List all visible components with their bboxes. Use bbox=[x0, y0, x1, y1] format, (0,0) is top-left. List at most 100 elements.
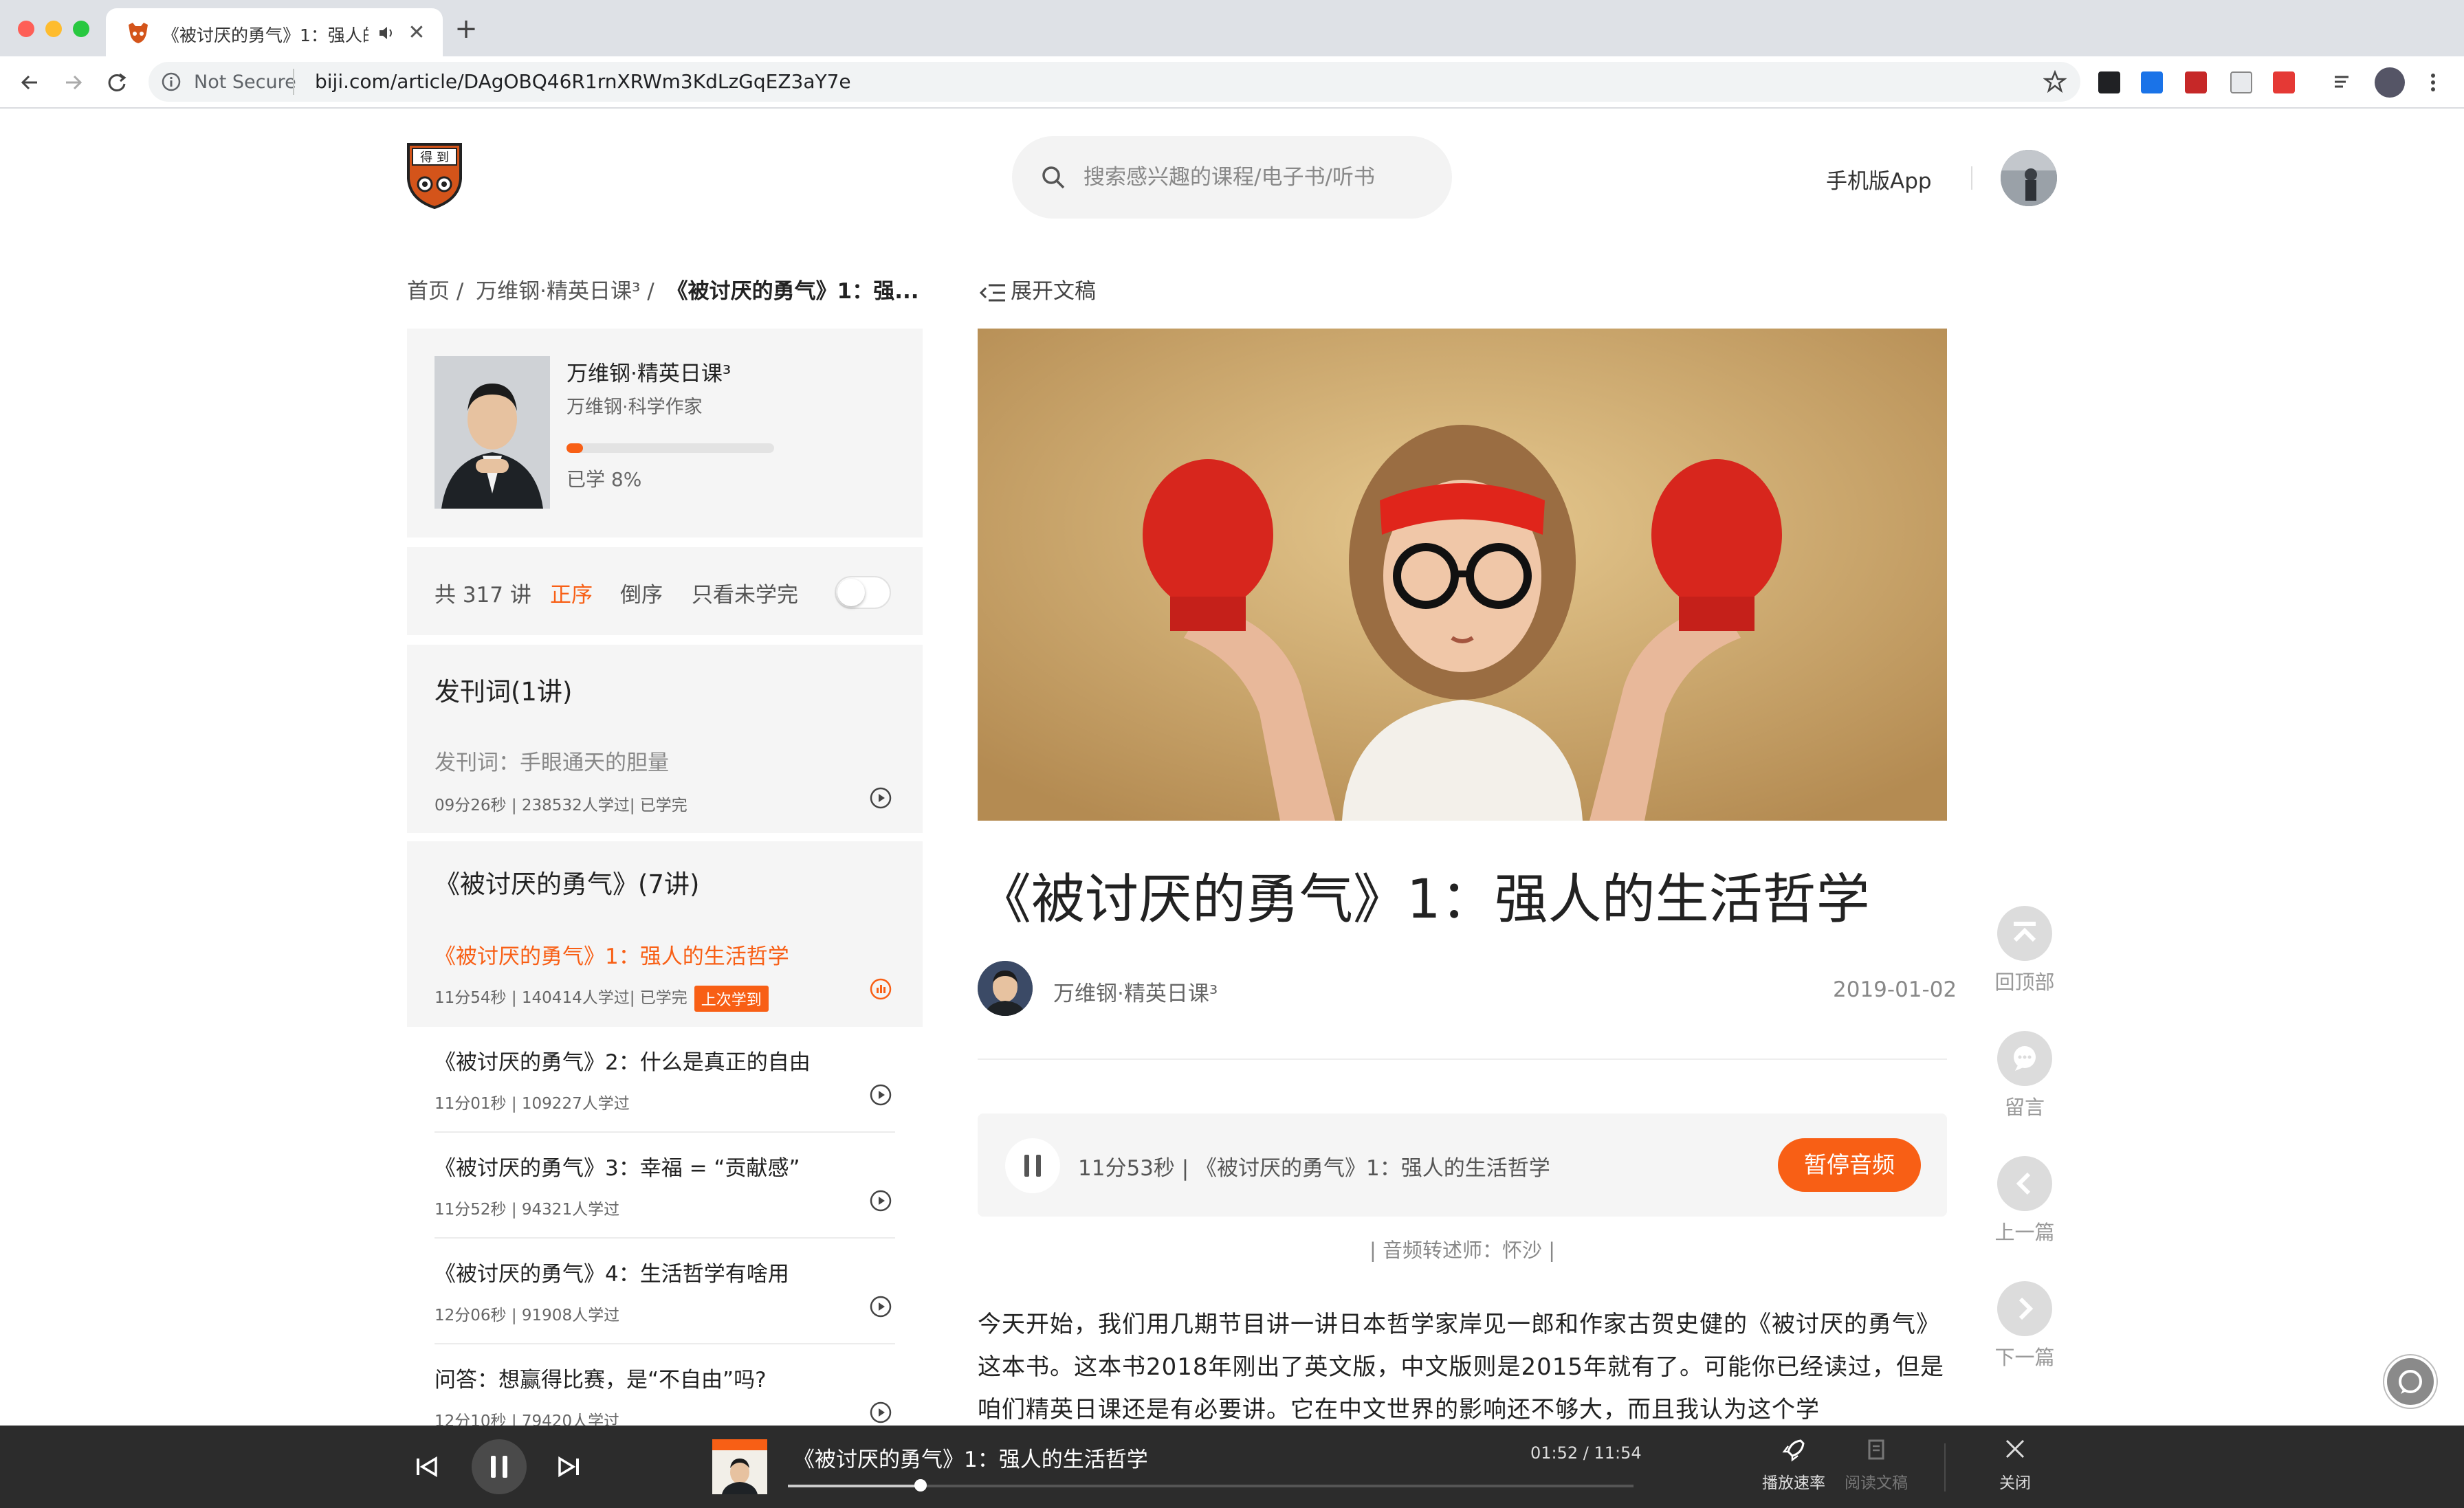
lesson-meta: 11分54秒 | 140414人学过| 已学完 上次学到 bbox=[434, 984, 769, 1012]
reading-list-icon[interactable] bbox=[2332, 71, 2354, 93]
course-name[interactable]: 万维钢·精英日课³ bbox=[566, 356, 731, 387]
breadcrumb: 首页 / 万维钢·精英日课³ / 《被讨厌的勇气》1：强... bbox=[407, 274, 925, 304]
lesson-meta: 11分01秒 | 109227人学过 bbox=[434, 1095, 630, 1113]
window-minimize-button[interactable] bbox=[45, 21, 62, 37]
lesson-title[interactable]: 问答：想赢得比赛，是“不自由”吗? bbox=[434, 1362, 767, 1393]
tab-title: 《被讨厌的勇气》1：强人的 bbox=[162, 25, 368, 45]
comment-button[interactable]: 留言 bbox=[1994, 1031, 2056, 1120]
url-text[interactable]: biji.com/article/DAgOBQ46R1rnXRWm3KdLzGq… bbox=[315, 70, 851, 93]
audio-transcriber: | 音频转述师：怀沙 | bbox=[1370, 1239, 1555, 1262]
close-player-button[interactable]: 关闭 bbox=[1977, 1437, 2053, 1493]
read-transcript-button[interactable]: 阅读文稿 bbox=[1838, 1437, 1914, 1493]
sort-ascending-button[interactable]: 正序 bbox=[550, 577, 593, 608]
play-icon[interactable] bbox=[869, 786, 892, 810]
course-card[interactable]: 万维钢·精英日课³ 万维钢·科学作家 已学 8% bbox=[407, 329, 923, 537]
comment-icon bbox=[1997, 1031, 2052, 1086]
lesson-title[interactable]: 《被讨厌的勇气》4：生活哲学有啥用 bbox=[434, 1256, 789, 1287]
audio-pause-button[interactable] bbox=[1005, 1138, 1060, 1193]
next-article-button[interactable]: 下一篇 bbox=[1994, 1281, 2056, 1371]
browser-tab[interactable]: 《被讨厌的勇气》1：强人的 ✕ bbox=[106, 8, 443, 58]
address-bar[interactable]: Not Secure biji.com/article/DAgOBQ46R1rn… bbox=[148, 62, 2080, 102]
chapter-title[interactable]: 发刊词(1讲) bbox=[434, 671, 572, 708]
extension-terminal-icon[interactable] bbox=[2098, 71, 2120, 93]
bookmark-star-icon[interactable] bbox=[2043, 70, 2067, 93]
pause-icon bbox=[491, 1456, 507, 1478]
play-icon[interactable] bbox=[869, 1295, 892, 1318]
mobile-app-link[interactable]: 手机版App bbox=[1826, 164, 1932, 195]
reload-icon[interactable] bbox=[102, 67, 132, 98]
chapter-title[interactable]: 《被讨厌的勇气》(7讲) bbox=[434, 863, 699, 900]
lesson-title[interactable]: 发刊词：手眼通天的胆量 bbox=[434, 745, 669, 776]
comment-label: 留言 bbox=[2004, 1096, 2045, 1119]
window-zoom-button[interactable] bbox=[73, 21, 89, 37]
list-item[interactable]: 《被讨厌的勇气》1：强人的生活哲学 11分54秒 | 140414人学过| 已学… bbox=[407, 921, 923, 1027]
lesson-meta-text: 11分54秒 | 140414人学过| 已学完 bbox=[434, 989, 688, 1007]
more-menu-icon[interactable] bbox=[2423, 67, 2443, 98]
search-icon[interactable] bbox=[1040, 164, 1067, 191]
dedao-favicon-icon bbox=[129, 23, 148, 43]
extension-d-icon[interactable] bbox=[2141, 71, 2163, 93]
play-icon[interactable] bbox=[869, 1401, 892, 1424]
article-author[interactable]: 万维钢·精英日课³ bbox=[1053, 976, 1218, 1007]
player-progress-handle[interactable] bbox=[914, 1479, 927, 1492]
profile-avatar[interactable] bbox=[2375, 67, 2405, 98]
lesson-title[interactable]: 《被讨厌的勇气》2：什么是真正的自由 bbox=[434, 1045, 811, 1076]
extension-cc-icon[interactable] bbox=[2273, 71, 2295, 93]
back-to-top-button[interactable]: 回顶部 bbox=[1994, 906, 2056, 995]
close-player-label: 关闭 bbox=[1999, 1474, 2031, 1492]
search-input[interactable] bbox=[1084, 157, 1427, 198]
chapter-section: 《被讨厌的勇气》(7讲) bbox=[407, 841, 923, 921]
author-avatar[interactable] bbox=[978, 961, 1033, 1016]
breadcrumb-current: 《被讨厌的勇气》1：强... bbox=[666, 279, 919, 304]
speaker-icon[interactable] bbox=[375, 22, 397, 44]
skip-previous-icon[interactable] bbox=[412, 1453, 440, 1481]
info-icon[interactable] bbox=[161, 71, 182, 92]
list-item[interactable]: 《被讨厌的勇气》2：什么是真正的自由 11分01秒 | 109227人学过 bbox=[407, 1027, 923, 1133]
list-item[interactable]: 《被讨厌的勇气》3：幸福 = “贡献感” 11分52秒 | 94321人学过 bbox=[407, 1133, 923, 1239]
close-icon bbox=[2005, 1439, 2025, 1459]
expand-transcript-button[interactable]: 展开文稿 bbox=[979, 274, 1096, 304]
forward-arrow-icon[interactable] bbox=[58, 67, 88, 98]
list-item[interactable]: 《被讨厌的勇气》4：生活哲学有啥用 12分06秒 | 91908人学过 bbox=[407, 1239, 923, 1344]
course-progress-fill bbox=[566, 443, 584, 453]
pause-icon bbox=[1024, 1155, 1041, 1177]
document-icon bbox=[1868, 1439, 1884, 1460]
extension-page-icon[interactable] bbox=[2230, 71, 2252, 93]
expand-list-icon bbox=[979, 284, 1005, 301]
divider bbox=[1944, 1443, 1946, 1492]
new-tab-button[interactable]: + bbox=[451, 15, 481, 45]
window-close-button[interactable] bbox=[18, 21, 34, 37]
lesson-meta: 09分26秒 | 238532人学过| 已学完 bbox=[434, 797, 688, 814]
previous-article-button[interactable]: 上一篇 bbox=[1994, 1156, 2056, 1245]
back-to-top-label: 回顶部 bbox=[1994, 971, 2055, 994]
lesson-count: 共 317 讲 bbox=[434, 583, 531, 608]
dedao-logo[interactable]: 得 到 bbox=[404, 140, 465, 209]
tab-close-icon[interactable]: ✕ bbox=[403, 19, 430, 47]
search-box[interactable] bbox=[1012, 136, 1452, 219]
player-pause-button[interactable] bbox=[472, 1439, 527, 1494]
unfinished-filter-toggle[interactable] bbox=[835, 576, 891, 609]
chat-bubble-icon[interactable] bbox=[2384, 1355, 2436, 1408]
divider bbox=[978, 1058, 1947, 1060]
sort-descending-button[interactable]: 倒序 bbox=[620, 577, 663, 608]
breadcrumb-course[interactable]: 万维钢·精英日课³ / bbox=[476, 279, 654, 304]
article-date: 2019-01-02 bbox=[1833, 977, 1957, 1002]
browser-tab-bar: 《被讨厌的勇气》1：强人的 ✕ + bbox=[0, 0, 2464, 58]
breadcrumb-home[interactable]: 首页 / bbox=[407, 279, 463, 304]
now-playing-icon[interactable] bbox=[869, 977, 892, 1001]
extension-dots-icon[interactable] bbox=[2185, 71, 2207, 93]
lesson-title[interactable]: 《被讨厌的勇气》3：幸福 = “贡献感” bbox=[434, 1151, 800, 1182]
article-body: 今天开始，我们用几期节目讲一讲日本哲学家岸见一郎和作家古贺史健的《被讨厌的勇气》… bbox=[978, 1311, 1945, 1423]
play-icon[interactable] bbox=[869, 1189, 892, 1212]
lesson-title[interactable]: 《被讨厌的勇气》1：强人的生活哲学 bbox=[434, 939, 789, 970]
back-arrow-icon[interactable] bbox=[15, 67, 45, 98]
user-avatar[interactable] bbox=[2001, 150, 2057, 206]
skip-next-icon[interactable] bbox=[556, 1453, 583, 1481]
play-icon[interactable] bbox=[869, 1083, 892, 1107]
playback-speed-button[interactable]: 播放速率 bbox=[1756, 1437, 1832, 1493]
course-author: 万维钢·科学作家 bbox=[566, 397, 703, 418]
player-progress-fill bbox=[788, 1485, 921, 1487]
toggle-knob bbox=[837, 579, 865, 606]
pause-audio-button[interactable]: 暂停音频 bbox=[1778, 1138, 1921, 1192]
player-progress-bar[interactable] bbox=[788, 1479, 1634, 1492]
